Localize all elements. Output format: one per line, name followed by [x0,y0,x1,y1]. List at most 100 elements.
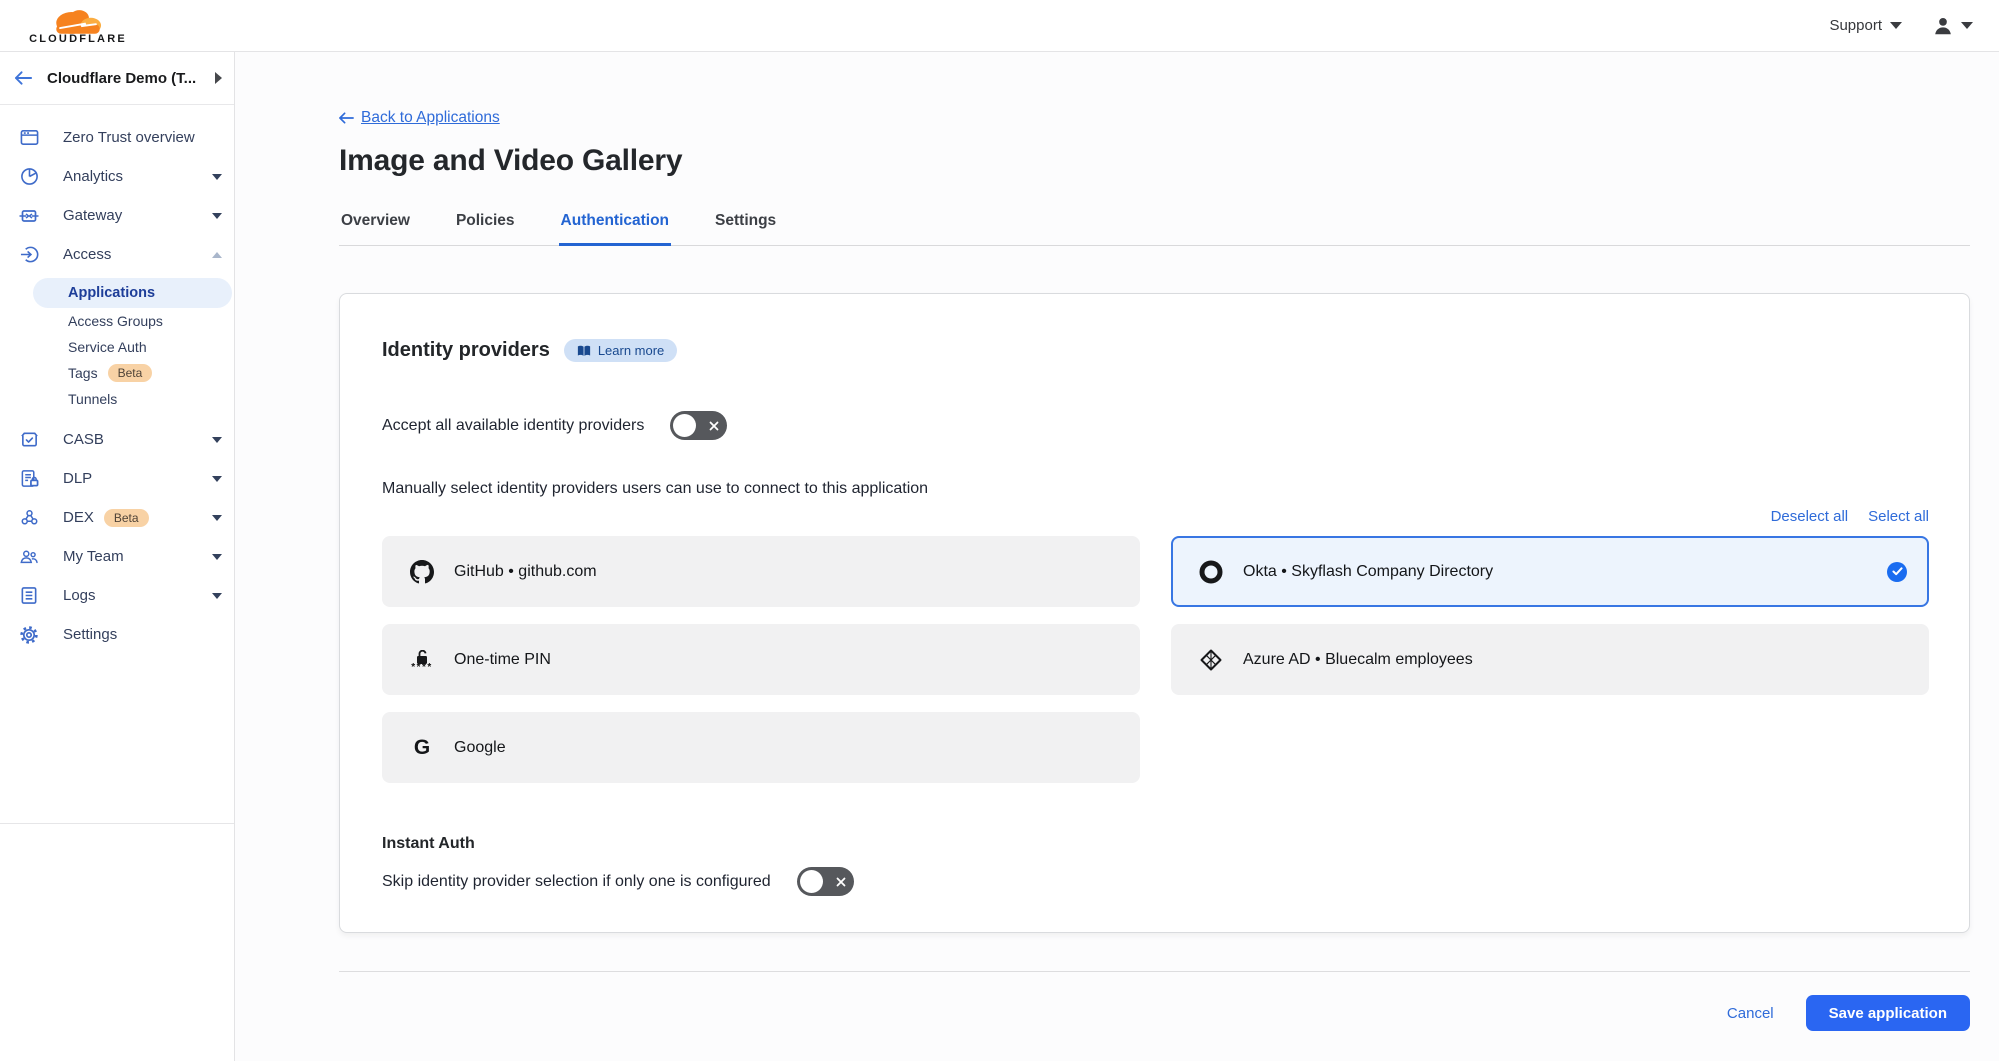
sidebar-item-label: Service Auth [68,339,147,355]
chevron-down-icon [1961,22,1973,29]
chevron-down-icon [212,554,222,560]
pie-chart-icon [19,167,39,187]
sidebar: Cloudflare Demo (T... Zero Trust overvie… [0,52,235,1061]
brand-wordmark: CLOUDFLARE [29,33,127,45]
deselect-all-link[interactable]: Deselect all [1771,508,1849,525]
casb-icon [19,430,39,450]
tab-bar: Overview Policies Authentication Setting… [339,202,1970,246]
provider-card-google[interactable]: G Google [382,712,1140,783]
instant-auth-toggle[interactable] [797,867,854,896]
book-icon [577,345,591,357]
tab-overview[interactable]: Overview [339,202,412,246]
chevron-down-icon [212,476,222,482]
chevron-down-icon [212,593,222,599]
provider-name: GitHub • github.com [454,563,597,581]
provider-name: Okta • Skyflash Company Directory [1243,563,1493,581]
back-arrow-icon [339,112,354,124]
sidebar-item-label: CASB [63,431,104,448]
support-label: Support [1829,17,1882,34]
instant-auth-heading: Instant Auth [382,835,1929,853]
sidebar-item-my-team[interactable]: My Team [0,537,234,576]
okta-icon [1197,560,1225,584]
azure-ad-icon [1197,649,1225,671]
sidebar-item-zero-trust-overview[interactable]: Zero Trust overview [0,118,234,157]
sidebar-item-access-groups[interactable]: Access Groups [33,308,232,334]
cancel-button[interactable]: Cancel [1727,1005,1774,1022]
selected-check-icon [1887,562,1907,582]
tab-policies[interactable]: Policies [454,202,517,246]
beta-badge: Beta [104,509,149,527]
toggle-off-x-icon [835,876,847,888]
provider-card-okta[interactable]: Okta • Skyflash Company Directory [1171,536,1929,607]
sidebar-item-label: Zero Trust overview [63,129,195,146]
google-icon: G [408,736,436,760]
provider-name: One-time PIN [454,651,551,669]
save-application-button[interactable]: Save application [1806,995,1970,1031]
toggle-knob [800,870,823,893]
select-all-link[interactable]: Select all [1868,508,1929,525]
sidebar-item-label: Access Groups [68,313,163,329]
provider-name: Google [454,739,506,757]
learn-more-badge[interactable]: Learn more [564,339,677,362]
account-header[interactable]: Cloudflare Demo (T... [0,52,234,105]
sidebar-item-label: My Team [63,548,124,565]
chevron-right-icon[interactable] [215,72,222,84]
sidebar-item-casb[interactable]: CASB [0,420,234,459]
tab-settings[interactable]: Settings [713,202,778,246]
identity-providers-card: Identity providers Learn more Accept all… [339,293,1970,933]
gear-icon [19,625,39,645]
sidebar-item-dex[interactable]: DEX Beta [0,498,234,537]
cloudflare-logo[interactable]: CLOUDFLARE [26,6,130,45]
manual-select-hint: Manually select identity providers users… [382,480,1929,498]
beta-badge: Beta [108,364,153,382]
gateway-icon [19,206,39,226]
sidebar-item-label: Tags [68,365,98,381]
sidebar-item-settings[interactable]: Settings [0,615,234,654]
sidebar-item-tags[interactable]: Tags Beta [33,360,232,386]
chevron-down-icon [212,213,222,219]
sidebar-item-label: Tunnels [68,391,117,407]
sidebar-item-analytics[interactable]: Analytics [0,157,234,196]
sidebar-item-applications[interactable]: Applications [33,278,232,308]
access-icon [19,245,39,265]
window-icon [19,128,39,148]
pin-dots: **** [411,665,433,670]
chevron-down-icon [212,174,222,180]
sidebar-item-logs[interactable]: Logs [0,576,234,615]
sidebar-item-gateway[interactable]: Gateway [0,196,234,235]
instant-auth-label: Skip identity provider selection if only… [382,873,771,891]
sidebar-item-label: Analytics [63,168,123,185]
accept-all-toggle[interactable] [670,411,727,440]
top-bar: CLOUDFLARE Support [0,0,1999,52]
account-name: Cloudflare Demo (T... [47,70,196,87]
document-lock-icon [19,469,39,489]
page-title: Image and Video Gallery [339,144,1970,178]
sidebar-item-label: DLP [63,470,92,487]
toggle-knob [673,414,696,437]
back-to-applications-link[interactable]: Back to Applications [339,109,500,127]
back-arrow-icon[interactable] [14,70,33,86]
sidebar-item-dlp[interactable]: DLP [0,459,234,498]
chevron-down-icon [1890,22,1902,29]
accept-all-label: Accept all available identity providers [382,417,644,435]
provider-card-one-time-pin[interactable]: **** One-time PIN [382,624,1140,695]
provider-card-github[interactable]: GitHub • github.com [382,536,1140,607]
logs-icon [19,586,39,606]
toggle-off-x-icon [708,420,720,432]
user-icon [1932,15,1954,37]
sidebar-divider [0,823,234,824]
sidebar-item-label: Logs [63,587,96,604]
chevron-down-icon [212,437,222,443]
sidebar-item-access[interactable]: Access [0,235,234,274]
provider-card-azure-ad[interactable]: Azure AD • Bluecalm employees [1171,624,1929,695]
tab-authentication[interactable]: Authentication [559,202,672,246]
chevron-up-icon [212,252,222,258]
support-menu[interactable]: Support [1829,17,1902,34]
sidebar-item-label: Applications [68,285,155,301]
sidebar-item-service-auth[interactable]: Service Auth [33,334,232,360]
user-menu[interactable] [1932,15,1973,37]
sidebar-item-tunnels[interactable]: Tunnels [33,386,232,412]
main-content: Back to Applications Image and Video Gal… [235,52,1999,1061]
dex-icon [19,508,39,528]
chevron-down-icon [212,515,222,521]
